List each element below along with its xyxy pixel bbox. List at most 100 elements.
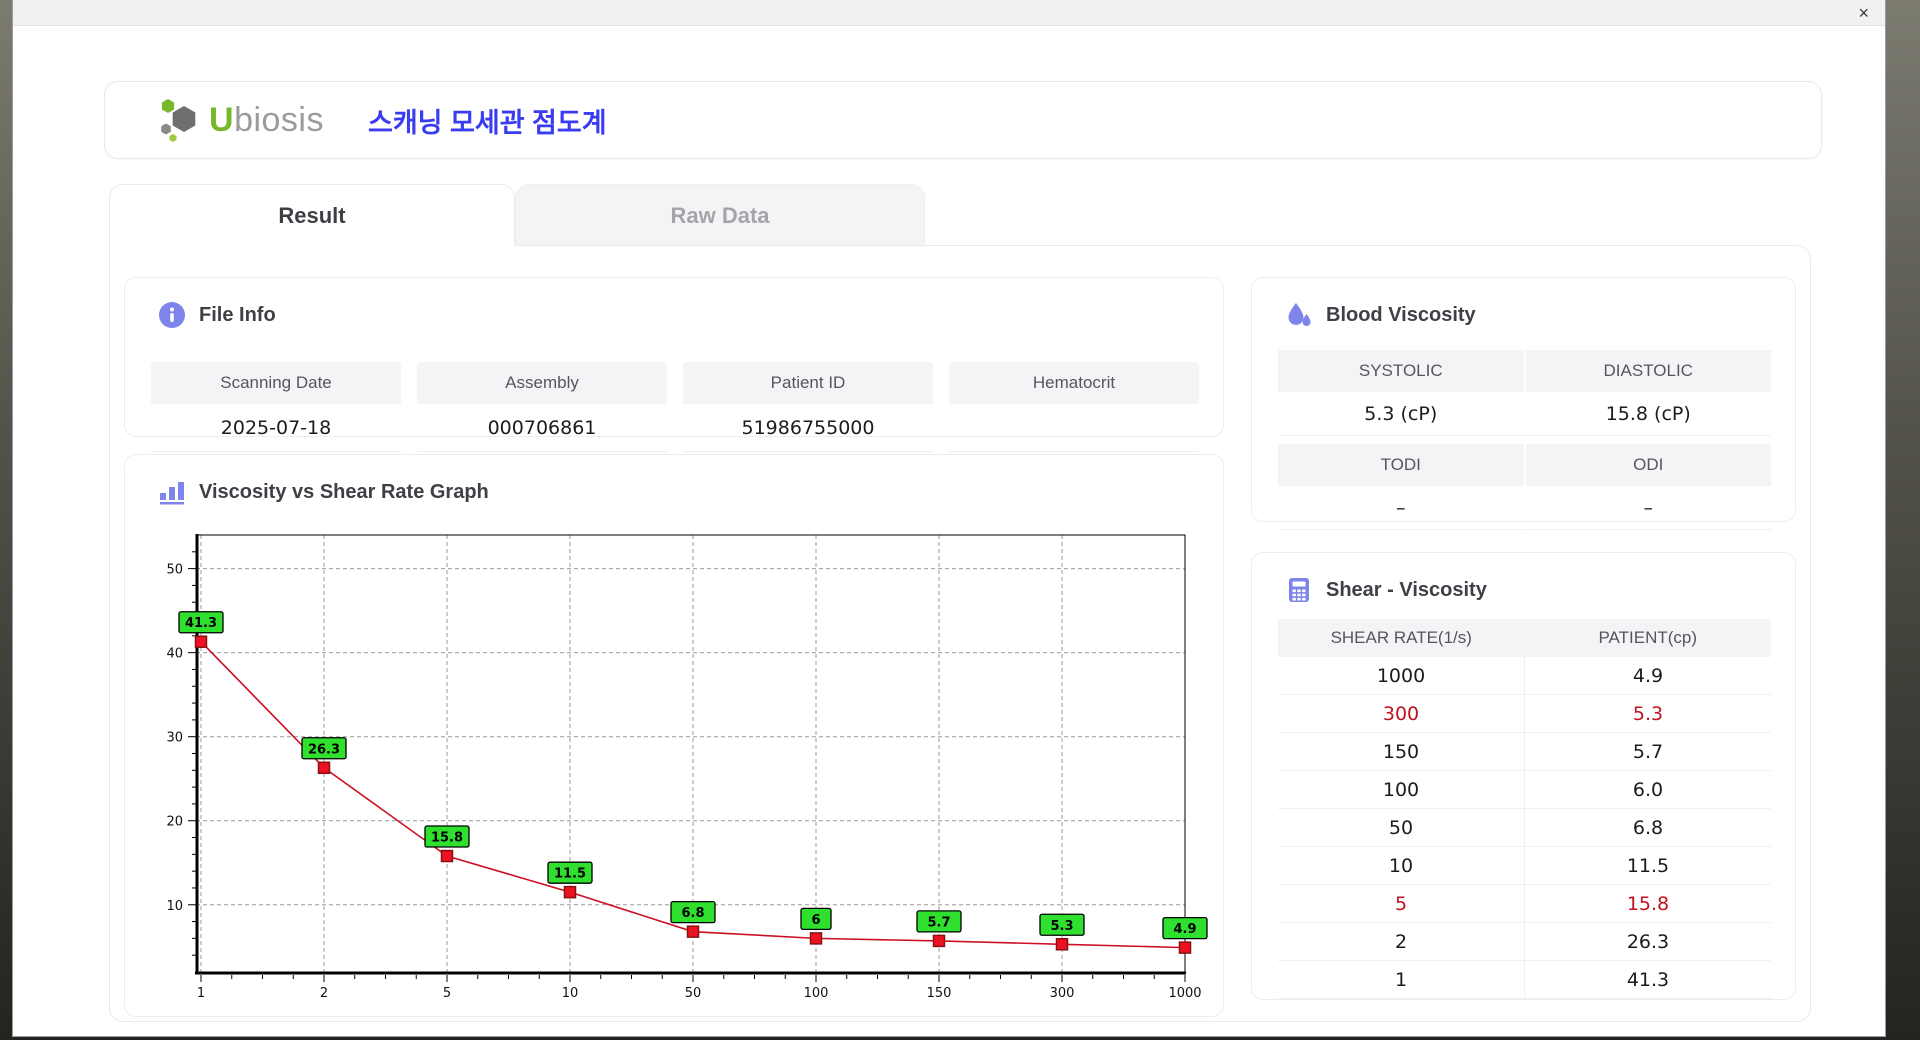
svg-text:1: 1 <box>197 986 205 1001</box>
blood-viscosity-title: Blood Viscosity <box>1326 303 1476 326</box>
systolic-value: 5.3 (cP) <box>1278 392 1524 436</box>
shear-rate-cell: 100 <box>1382 778 1420 801</box>
brand-rest: biosis <box>234 100 324 139</box>
field-value <box>949 404 1199 452</box>
table-header-row: SHEAR RATE(1/s) PATIENT(cp) <box>1278 619 1771 657</box>
close-icon[interactable]: × <box>1858 1 1869 25</box>
svg-text:2: 2 <box>320 986 328 1001</box>
svg-text:1000: 1000 <box>1168 986 1201 1001</box>
patient-cell: 11.5 <box>1524 847 1771 884</box>
blood-drop-icon <box>1288 303 1311 326</box>
svg-text:6.8: 6.8 <box>681 906 704 921</box>
field-value: 51986755000 <box>683 404 933 452</box>
table-row: 10 11.5 <box>1278 847 1771 885</box>
field-value: 2025-07-18 <box>151 404 401 452</box>
shear-rate-column-header: SHEAR RATE(1/s) <box>1330 628 1472 647</box>
result-panel: File Info Scanning Date 2025-07-18 Assembl… <box>109 245 1811 1022</box>
app-window: × Ubiosis 스캐닝 모세관 점도계 Result Raw Data Fi… <box>12 0 1886 1037</box>
file-info-field: Hematocrit <box>949 362 1199 452</box>
svg-text:26.3: 26.3 <box>308 742 340 757</box>
svg-text:11.5: 11.5 <box>554 867 586 882</box>
field-value: 000706861 <box>417 404 667 452</box>
patient-cell: 6.0 <box>1524 771 1771 808</box>
table-row: 50 6.8 <box>1278 809 1771 847</box>
table-row: 2 26.3 <box>1278 923 1771 961</box>
table-row: 100 6.0 <box>1278 771 1771 809</box>
app-title: 스캐닝 모세관 점도계 <box>368 107 607 138</box>
shear-rate-cell: 10 <box>1388 854 1414 877</box>
shear-rate-cell: 300 <box>1382 702 1420 725</box>
svg-text:4.9: 4.9 <box>1173 922 1196 937</box>
svg-text:10: 10 <box>166 899 183 914</box>
svg-text:41.3: 41.3 <box>185 616 217 631</box>
svg-text:5.3: 5.3 <box>1050 919 1073 934</box>
svg-text:10: 10 <box>562 986 579 1001</box>
shear-rate-cell: 2 <box>1394 930 1408 953</box>
field-label: Assembly <box>417 362 667 404</box>
svg-text:5: 5 <box>443 986 451 1001</box>
patient-cell: 41.3 <box>1524 961 1771 998</box>
file-info-title: File Info <box>199 303 276 326</box>
tab-raw-data[interactable]: Raw Data <box>515 184 925 247</box>
blood-viscosity-card: Blood Viscosity SYSTOLIC DIASTOLIC 5.3 (… <box>1251 277 1796 530</box>
titlebar: × <box>13 0 1885 26</box>
patient-cell: 5.3 <box>1524 695 1771 732</box>
shear-rate-cell: 1000 <box>1376 664 1426 687</box>
todi-label: TODI <box>1278 444 1524 486</box>
patient-cell: 6.8 <box>1524 809 1771 846</box>
field-label: Hematocrit <box>949 362 1199 404</box>
table-row: 5 15.8 <box>1278 885 1771 923</box>
shear-viscosity-table: SHEAR RATE(1/s) PATIENT(cp) 1000 4.9 300 5.… <box>1278 619 1771 999</box>
shear-rate-cell: 50 <box>1388 816 1414 839</box>
graph-card: Viscosity vs Shear Rate Graph 1 2 5 10 50 100… <box>124 454 1224 1017</box>
svg-text:5.7: 5.7 <box>927 915 950 930</box>
viscosity-shear-chart: 1 2 5 10 50 100 150 300 1000 10 20 30 40 50 41.3 26.3 15… <box>166 534 1208 1001</box>
brand-u: U <box>209 100 235 139</box>
file-info-field: Patient ID 51986755000 <box>683 362 933 452</box>
svg-text:15.8: 15.8 <box>431 831 463 846</box>
svg-text:40: 40 <box>166 647 183 662</box>
tab-result[interactable]: Result <box>109 184 515 247</box>
svg-text:50: 50 <box>166 563 183 578</box>
field-label: Patient ID <box>683 362 933 404</box>
shear-table-body: 1000 4.9 300 5.3 150 5.7 100 6.0 50 6.8 10 11.5 5 15.… <box>1278 657 1771 999</box>
patient-cell: 15.8 <box>1524 885 1771 922</box>
patient-column-header: PATIENT(cp) <box>1598 628 1698 647</box>
file-info-grid: Scanning Date 2025-07-18 Assembly 000706861… <box>151 362 1199 452</box>
table-row: 1000 4.9 <box>1278 657 1771 695</box>
patient-cell: 5.7 <box>1524 733 1771 770</box>
shear-viscosity-title: Shear - Viscosity <box>1326 578 1487 601</box>
svg-text:100: 100 <box>804 986 829 1001</box>
brand-wordmark: Ubiosis <box>209 101 324 140</box>
patient-cell: 4.9 <box>1524 657 1771 694</box>
header-card: Ubiosis 스캐닝 모세관 점도계 <box>104 81 1822 159</box>
ubiosis-hexagon-logo-icon <box>161 99 196 142</box>
shear-rate-cell: 5 <box>1394 892 1408 915</box>
svg-text:20: 20 <box>166 815 183 830</box>
todi-value: – <box>1278 486 1524 530</box>
odi-value: – <box>1525 486 1771 530</box>
file-info-field: Assembly 000706861 <box>417 362 667 452</box>
diastolic-value: 15.8 (cP) <box>1525 392 1771 436</box>
odi-label: ODI <box>1525 444 1771 486</box>
table-row: 150 5.7 <box>1278 733 1771 771</box>
diastolic-label: DIASTOLIC <box>1525 350 1771 392</box>
file-info-field: Scanning Date 2025-07-18 <box>151 362 401 452</box>
table-row: 300 5.3 <box>1278 695 1771 733</box>
svg-text:6: 6 <box>811 913 820 928</box>
desktop: { "window": { "close_label": "×" }, "hea… <box>0 0 1920 1040</box>
blood-viscosity-grid: SYSTOLIC DIASTOLIC 5.3 (cP) 15.8 (cP) TO… <box>1278 350 1771 530</box>
field-label: Scanning Date <box>151 362 401 404</box>
table-row: 1 41.3 <box>1278 961 1771 999</box>
svg-text:150: 150 <box>927 986 952 1001</box>
info-icon <box>159 302 185 328</box>
systolic-label: SYSTOLIC <box>1278 350 1524 392</box>
svg-text:300: 300 <box>1050 986 1075 1001</box>
patient-cell: 26.3 <box>1524 923 1771 960</box>
shear-viscosity-card: Shear - Viscosity SHEAR RATE(1/s) PATIEN… <box>1251 552 1796 1000</box>
svg-text:50: 50 <box>685 986 702 1001</box>
svg-text:30: 30 <box>166 731 183 746</box>
calculator-icon <box>1289 578 1309 602</box>
shear-rate-cell: 150 <box>1382 740 1420 763</box>
file-info-card: File Info Scanning Date 2025-07-18 Assembl… <box>124 277 1224 452</box>
